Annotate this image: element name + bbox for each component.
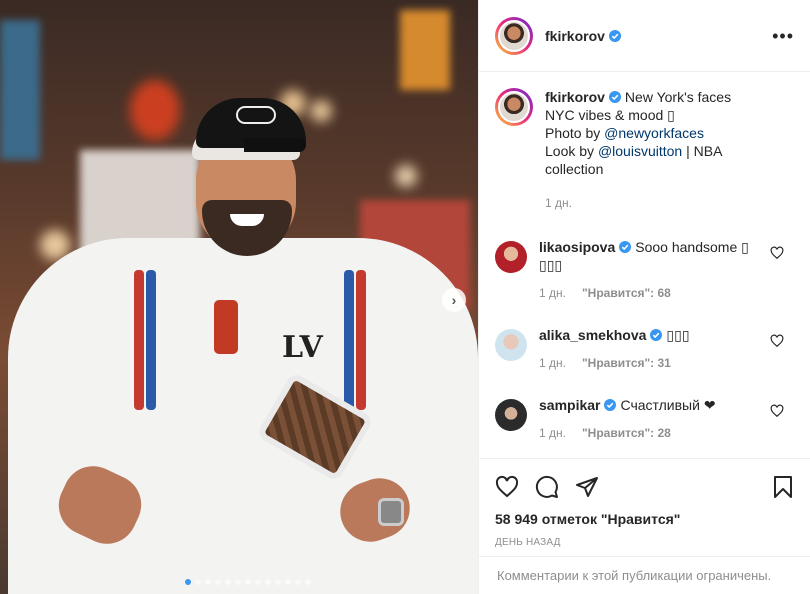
carousel-dot: [245, 579, 251, 585]
post-sidebar: fkirkorov ••• fkirkorov New York's faces …: [478, 0, 810, 594]
comment-text: ▯▯▯: [666, 327, 690, 343]
verified-icon: [604, 399, 617, 411]
carousel-dots: [185, 579, 311, 585]
heart-icon[interactable]: [770, 404, 784, 418]
heart-icon[interactable]: [770, 246, 784, 260]
carousel-dot: [275, 579, 281, 585]
caption-line: | NBA: [686, 143, 723, 159]
background-sign: [0, 20, 40, 160]
verified-icon: [608, 91, 621, 103]
carousel-dot: [225, 579, 231, 585]
cap-logo: [236, 106, 276, 124]
comment: alika_smekhova ▯▯▯ 1 дн. "Нравится": 31: [495, 326, 794, 372]
heart-icon[interactable]: [495, 475, 519, 499]
share-icon[interactable]: [575, 475, 599, 499]
caption-time[interactable]: 1 дн.: [545, 194, 572, 212]
caption-emoji: ▯: [667, 107, 675, 123]
avatar[interactable]: [495, 241, 527, 273]
caption-line: Photo by: [545, 125, 601, 141]
comment-username[interactable]: likaosipova: [539, 239, 615, 255]
header-username[interactable]: fkirkorov: [545, 28, 605, 44]
avatar[interactable]: [495, 329, 527, 361]
avatar[interactable]: [495, 399, 527, 431]
avatar[interactable]: [495, 88, 533, 126]
comment-time[interactable]: 1 дн.: [539, 284, 566, 302]
post-photo[interactable]: LV ›: [0, 0, 478, 594]
bokeh-light: [395, 165, 417, 187]
carousel-dot: [195, 579, 201, 585]
comment-icon[interactable]: [535, 475, 559, 499]
heart-icon[interactable]: [770, 334, 784, 348]
watch: [378, 498, 404, 526]
caption: fkirkorov New York's faces NYC vibes & mo…: [495, 88, 794, 212]
comment-likes[interactable]: "Нравится": 31: [582, 354, 671, 372]
carousel-dot: [205, 579, 211, 585]
mention-link[interactable]: @louisvuitton: [598, 143, 682, 159]
caption-line: Look by: [545, 143, 595, 159]
carousel-dot: [215, 579, 221, 585]
comment-text: ▯▯▯: [539, 257, 563, 273]
carousel-dot: [185, 579, 191, 585]
cap-brim: [244, 138, 306, 152]
post-header: fkirkorov •••: [479, 0, 810, 72]
shirt-stripe: [344, 270, 354, 410]
carousel-dot: [255, 579, 261, 585]
background-sign: [400, 10, 450, 90]
lv-logo: LV: [282, 330, 323, 365]
carousel-dot: [265, 579, 271, 585]
comment: sampikar Счастливый ❤ 1 дн. "Нравится": 28: [495, 396, 794, 442]
instagram-post: LV › fkirkorov ••• fkirkorov New York's f…: [0, 0, 810, 594]
comment-likes[interactable]: "Нравится": 28: [582, 424, 671, 442]
shirt-stripe: [146, 270, 156, 410]
caption-line: NYC vibes & mood: [545, 107, 664, 123]
verified-icon: [650, 329, 663, 341]
verified-icon: [608, 29, 621, 42]
caption-line: collection: [545, 161, 604, 177]
avatar[interactable]: [495, 16, 533, 55]
comments-section: fkirkorov New York's faces NYC vibes & mo…: [479, 72, 810, 458]
comment-text: Sooo handsome ▯: [635, 239, 749, 255]
comment-time[interactable]: 1 дн.: [539, 354, 566, 372]
action-bar: 58 949 отметок "Нравится" День назад: [479, 458, 810, 548]
carousel-dot: [285, 579, 291, 585]
bookmark-icon[interactable]: [771, 475, 795, 499]
carousel-dot: [305, 579, 311, 585]
post-time[interactable]: День назад: [495, 537, 795, 548]
shirt-stripe: [356, 270, 366, 410]
comment-username[interactable]: alika_smekhova: [539, 327, 646, 343]
more-icon[interactable]: •••: [772, 27, 794, 45]
mention-link[interactable]: @newyorkfaces: [604, 125, 704, 141]
nba-tag: [214, 300, 238, 354]
comments-disabled-notice: Комментарии к этой публикации ограничены…: [479, 556, 810, 594]
bokeh-light: [130, 80, 180, 140]
comment-username[interactable]: sampikar: [539, 397, 600, 413]
shirt: [8, 238, 478, 594]
comment-likes[interactable]: "Нравится": 68: [582, 284, 671, 302]
likes-count[interactable]: 58 949 отметок "Нравится": [495, 511, 795, 527]
bokeh-light: [310, 100, 332, 122]
caption-username[interactable]: fkirkorov: [545, 89, 605, 105]
verified-icon: [619, 241, 632, 253]
comment: likaosipova Sooo handsome ▯ ▯▯▯ 1 дн. "Нра…: [495, 238, 794, 302]
comment-time[interactable]: 1 дн.: [539, 424, 566, 442]
next-arrow-icon[interactable]: ›: [442, 288, 466, 312]
carousel-dot: [295, 579, 301, 585]
comment-text: Счастливый ❤: [620, 397, 716, 413]
caption-line: New York's faces: [624, 89, 732, 105]
shirt-stripe: [134, 270, 144, 410]
carousel-dot: [235, 579, 241, 585]
